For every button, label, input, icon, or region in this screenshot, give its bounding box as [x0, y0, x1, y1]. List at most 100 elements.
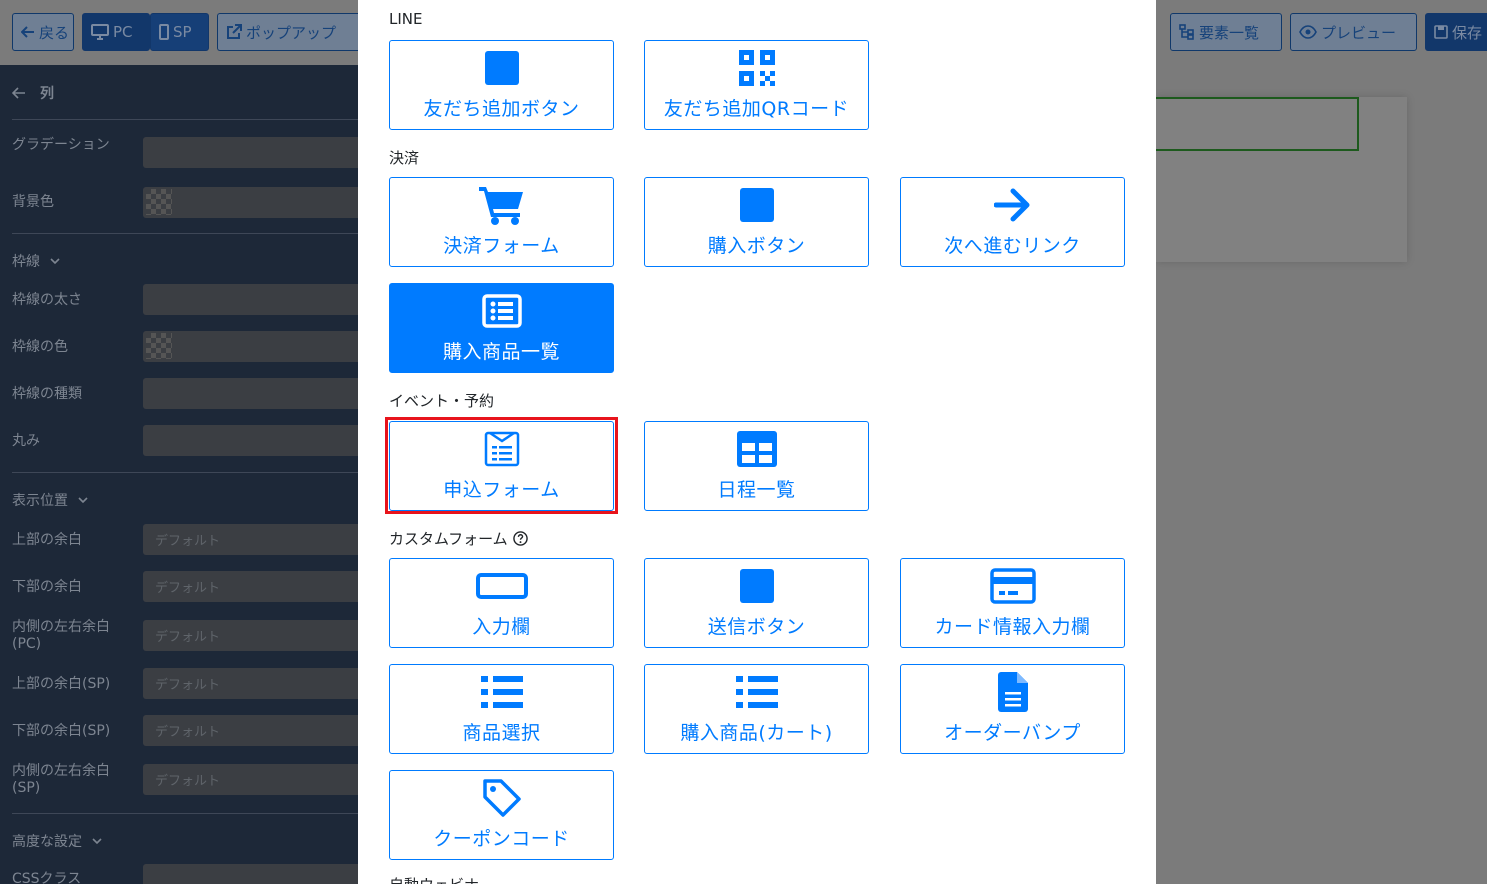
- position-section-label: 表示位置: [12, 493, 68, 509]
- padding-sp-label: 内側の左右余白(SP): [12, 763, 110, 796]
- save-label: 保存: [1452, 23, 1483, 42]
- margin-top-sp-select[interactable]: デフォルト: [143, 668, 358, 699]
- square-icon: [739, 569, 774, 603]
- tile-input-field[interactable]: 入力欄: [389, 558, 614, 648]
- tile-label: 購入ボタン: [707, 235, 806, 257]
- preview-label: プレビュー: [1321, 23, 1397, 42]
- question-circle-icon[interactable]: [512, 531, 528, 546]
- canvas-selected-outline: [1156, 97, 1359, 151]
- tile-coupon-code[interactable]: クーポンコード: [389, 770, 614, 860]
- position-section-toggle[interactable]: 表示位置: [12, 490, 88, 510]
- border-type-label: 枠線の種類: [12, 386, 82, 402]
- arrow-left-icon: [12, 87, 25, 99]
- group-custom-form-label: カスタムフォーム: [389, 528, 528, 549]
- border-section-label: 枠線: [12, 254, 40, 270]
- tile-label: 商品選択: [462, 722, 541, 744]
- square-icon: [739, 188, 774, 222]
- gradient-label: グラデーション: [12, 137, 110, 153]
- divider: [12, 472, 358, 473]
- back-label: 戻る: [39, 23, 70, 42]
- margin-bottom-sp-value: デフォルト: [155, 725, 221, 740]
- divider: [12, 813, 358, 814]
- chevron-down-icon: [92, 838, 102, 845]
- group-event-label: イベント・予約: [389, 392, 495, 410]
- border-width-input[interactable]: [143, 284, 358, 315]
- tile-label: 次へ進むリンク: [944, 235, 1081, 257]
- tile-purchase-list[interactable]: 購入商品一覧: [389, 283, 614, 373]
- tile-label: 購入商品(カート): [680, 722, 833, 744]
- padding-pc-value: デフォルト: [155, 630, 221, 645]
- tile-purchase-cart[interactable]: 購入商品(カート): [644, 664, 869, 754]
- qrcode-icon: [738, 50, 775, 86]
- tile-label: 入力欄: [472, 616, 531, 638]
- margin-bottom-select[interactable]: デフォルト: [143, 571, 358, 602]
- property-sidebar: 列 グラデーション 背景色 枠線 枠線の太さ 枠線の色 枠線の種類 丸み 表示位…: [0, 65, 358, 884]
- css-class-input[interactable]: [143, 864, 358, 884]
- tile-payment-form[interactable]: 決済フォーム: [389, 177, 614, 267]
- margin-bottom-sp-select[interactable]: デフォルト: [143, 715, 358, 746]
- advanced-section-toggle[interactable]: 高度な設定: [12, 831, 102, 851]
- save-icon: [1434, 25, 1448, 39]
- divider: [12, 233, 358, 234]
- tile-order-bump[interactable]: オーダーバンプ: [900, 664, 1125, 754]
- back-button[interactable]: 戻る: [12, 13, 74, 51]
- tile-label: クーポンコード: [433, 828, 570, 850]
- external-link-icon: [227, 24, 242, 39]
- chevron-down-icon: [78, 497, 88, 504]
- shopping-cart-icon: [478, 187, 523, 225]
- border-section-toggle[interactable]: 枠線: [12, 251, 60, 271]
- element-picker-modal: LINE 友だち追加ボタン 友だち追加QRコード 決済 決済フォーム 購入ボタン…: [358, 0, 1156, 884]
- group-custom-form-text: カスタムフォーム: [389, 530, 508, 548]
- tile-friend-button[interactable]: 友だち追加ボタン: [389, 40, 614, 130]
- tile-label: 購入商品一覧: [442, 341, 560, 363]
- tile-card-input[interactable]: カード情報入力欄: [900, 558, 1125, 648]
- bg-color-label: 背景色: [12, 194, 54, 210]
- sitemap-icon: [1179, 24, 1194, 40]
- border-color-input[interactable]: [143, 331, 358, 362]
- table-icon: [736, 431, 777, 467]
- gradient-input[interactable]: [143, 137, 358, 168]
- group-payment-label: 決済: [389, 149, 420, 167]
- padding-pc-select[interactable]: デフォルト: [143, 620, 358, 651]
- arrow-right-icon: [993, 188, 1029, 222]
- margin-top-label: 上部の余白: [12, 532, 82, 548]
- tile-schedule-list[interactable]: 日程一覧: [644, 421, 869, 511]
- tile-label: 日程一覧: [717, 479, 796, 501]
- border-color-label: 枠線の色: [12, 339, 68, 355]
- margin-top-sp-value: デフォルト: [155, 678, 221, 693]
- list-icon: [480, 676, 523, 708]
- padding-sp-value: デフォルト: [155, 774, 221, 789]
- radius-input[interactable]: [143, 425, 358, 456]
- tile-submit-button[interactable]: 送信ボタン: [644, 558, 869, 648]
- margin-bottom-label: 下部の余白: [12, 579, 82, 595]
- save-button[interactable]: 保存: [1425, 13, 1487, 51]
- sp-view-button[interactable]: SP: [150, 13, 209, 51]
- sp-label: SP: [173, 23, 192, 41]
- tag-icon: [482, 779, 521, 817]
- tile-apply-form[interactable]: 申込フォーム: [389, 421, 614, 511]
- mobile-icon: [159, 24, 169, 40]
- square-icon: [484, 51, 519, 85]
- tile-purchase-button[interactable]: 購入ボタン: [644, 177, 869, 267]
- tile-label: 送信ボタン: [707, 616, 806, 638]
- padding-sp-select[interactable]: デフォルト: [143, 764, 358, 795]
- eye-icon: [1299, 25, 1317, 39]
- pc-view-button[interactable]: PC: [82, 13, 150, 51]
- sidebar-title: 列: [40, 86, 54, 102]
- tile-label: 友だち追加ボタン: [423, 98, 580, 120]
- margin-top-value: デフォルト: [155, 534, 221, 549]
- tile-next-link[interactable]: 次へ進むリンク: [900, 177, 1125, 267]
- preview-button[interactable]: プレビュー: [1290, 13, 1417, 51]
- bg-color-swatch[interactable]: [146, 189, 172, 215]
- element-list-button[interactable]: 要素一覧: [1170, 13, 1282, 51]
- group-line-label: LINE: [389, 10, 423, 28]
- bg-color-input[interactable]: [143, 187, 358, 218]
- tile-product-select[interactable]: 商品選択: [389, 664, 614, 754]
- margin-top-select[interactable]: デフォルト: [143, 524, 358, 555]
- border-type-select[interactable]: [143, 378, 358, 409]
- tile-friend-qr[interactable]: 友だち追加QRコード: [644, 40, 869, 130]
- credit-card-icon: [989, 568, 1036, 604]
- popup-button[interactable]: ポップアップ: [217, 13, 358, 51]
- border-color-swatch[interactable]: [146, 333, 172, 359]
- sidebar-header[interactable]: 列: [12, 83, 54, 103]
